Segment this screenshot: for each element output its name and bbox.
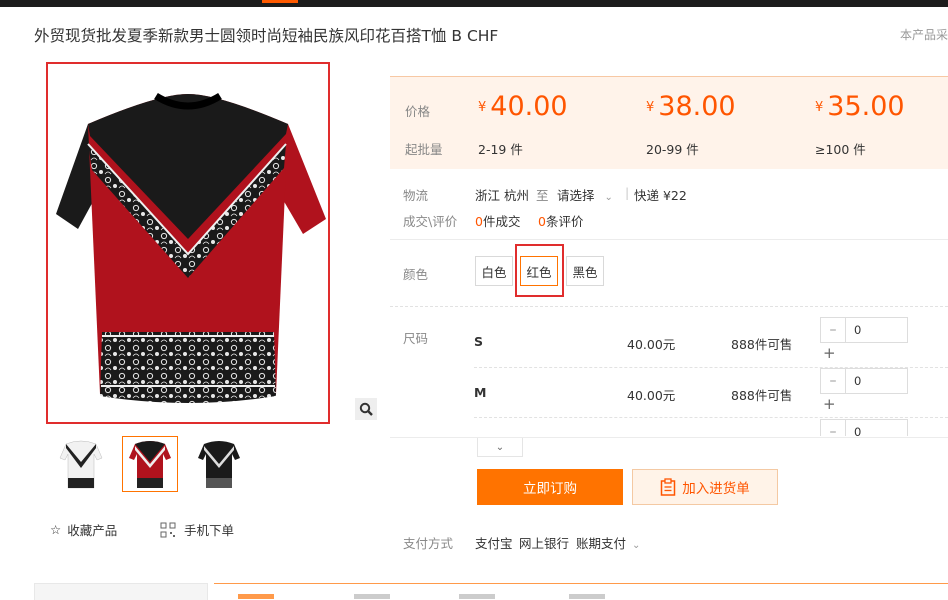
size-stock: 888件可售 (731, 337, 793, 352)
size-row-m: M 40.00元 888件可售 – 0 + (474, 368, 948, 418)
reviews-count[interactable]: 0条评价 (538, 211, 583, 230)
size-row-partial: – 0 (474, 419, 948, 436)
express-fee: 快递 ¥22 (634, 188, 687, 203)
top-nav-active-indicator (262, 0, 298, 3)
favorite-label: 收藏产品 (67, 523, 118, 538)
mobile-order-label: 手机下单 (184, 523, 235, 538)
logistics-origin: 浙江 杭州 (475, 188, 529, 203)
quantity-value[interactable]: 0 (854, 374, 861, 388)
logistics-label: 物流 (403, 188, 429, 203)
size-row-s: S 40.00元 888件可售 – 0 + (474, 317, 948, 367)
color-option-black[interactable]: 黑色 (566, 256, 604, 286)
moq-label: 起批量 (405, 142, 443, 157)
logistics-to: 至 (536, 188, 549, 203)
quantity-value[interactable]: 0 (854, 425, 861, 436)
tier-price-2: ¥38.00 (646, 91, 736, 122)
thumbnail-red[interactable] (122, 436, 178, 492)
favorite-button[interactable]: ☆ 收藏产品 (50, 520, 117, 539)
tier-price-3: ¥35.00 (815, 91, 905, 122)
payment-label: 支付方式 (403, 536, 454, 551)
tier-range-1: 2-19 件 (478, 142, 523, 157)
star-icon: ☆ (50, 522, 62, 537)
tshirt-image (56, 92, 326, 403)
buy-now-button[interactable]: 立即订购 (477, 469, 623, 505)
expand-sizes-button[interactable]: ⌄ (477, 438, 523, 457)
tab-shipping[interactable] (569, 594, 605, 599)
destination-select[interactable]: 请选择 ⌄ (557, 185, 613, 204)
clipboard-icon (661, 478, 676, 496)
tier-range-3: ≥100 件 (815, 142, 866, 157)
minus-icon[interactable]: – (821, 318, 846, 342)
size-stock: 888件可售 (731, 388, 793, 403)
selection-highlight (515, 244, 564, 297)
tab-reviews[interactable] (459, 594, 495, 599)
payment-method-bank: 网上银行 (519, 536, 570, 551)
size-name: M (474, 385, 487, 400)
divider (390, 239, 948, 240)
thumbnail-white[interactable] (53, 436, 109, 492)
deals-count: 0件成交 (475, 214, 521, 229)
mobile-order-button[interactable]: 手机下单 (160, 520, 234, 539)
quantity-value[interactable]: 0 (854, 323, 861, 337)
detail-tabs (214, 583, 948, 600)
divider (474, 417, 948, 418)
minus-icon[interactable]: – (821, 369, 846, 393)
size-price: 40.00元 (627, 337, 676, 352)
quantity-stepper[interactable]: – 0 (820, 317, 908, 343)
divider (390, 437, 948, 438)
chevron-down-icon: ⌄ (495, 441, 505, 453)
color-option-white[interactable]: 白色 (475, 256, 513, 286)
add-to-list-label: 加入进货单 (682, 481, 750, 497)
payment-method-credit[interactable]: 账期支付 ⌄ (576, 533, 640, 552)
add-to-list-button[interactable]: 加入进货单 (632, 469, 778, 505)
deals-label: 成交\评价 (403, 214, 458, 229)
shop-info-panel (34, 583, 208, 600)
plus-icon[interactable]: + (823, 344, 836, 362)
product-note: 本产品采 (899, 28, 948, 42)
plus-icon[interactable]: + (823, 395, 836, 413)
main-product-image[interactable] (46, 62, 330, 424)
thumbnail-strip (53, 436, 247, 492)
quantity-stepper[interactable]: – 0 (820, 419, 908, 436)
thumbnail-black[interactable] (191, 436, 247, 492)
tier-price-1: ¥40.00 (478, 91, 568, 122)
top-nav-bar (0, 0, 948, 7)
size-label: 尺码 (403, 331, 429, 346)
qr-code-icon (160, 522, 176, 537)
quantity-stepper[interactable]: – 0 (820, 368, 908, 394)
divider (390, 306, 948, 307)
chevron-down-icon: ⌄ (604, 192, 613, 203)
tier-range-2: 20-99 件 (646, 142, 699, 157)
size-price: 40.00元 (627, 388, 676, 403)
tab-deals[interactable] (354, 594, 390, 599)
size-name: S (474, 334, 484, 349)
chevron-down-icon: ⌄ (632, 540, 641, 551)
tab-details[interactable] (238, 594, 274, 599)
price-label: 价格 (405, 104, 431, 119)
minus-icon[interactable]: – (821, 420, 846, 436)
product-title: 外贸现货批发夏季新款男士圆领时尚短袖民族风印花百搭T恤 B CHF (34, 27, 499, 45)
price-box: 价格 起批量 ¥40.00 2-19 件 ¥38.00 20-99 件 ¥35.… (390, 76, 948, 169)
payment-method-alipay: 支付宝 (475, 536, 513, 551)
separator: | (625, 185, 630, 200)
zoom-icon[interactable] (355, 398, 377, 420)
color-label: 颜色 (403, 267, 429, 282)
